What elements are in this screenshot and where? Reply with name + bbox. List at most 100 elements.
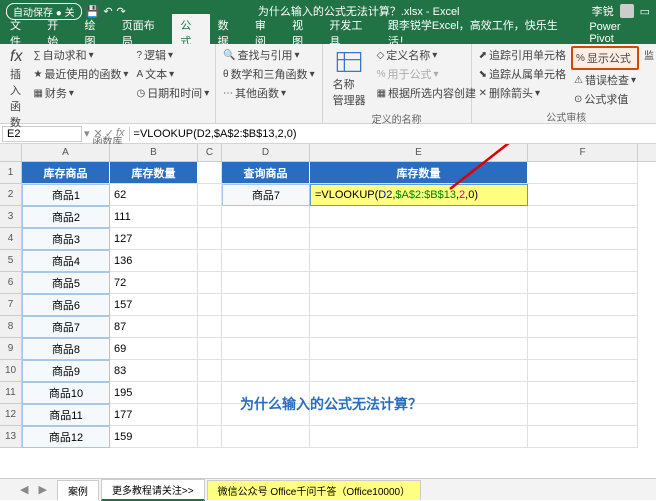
cell[interactable]: 商品12 [22,426,110,448]
cell[interactable]: 195 [110,382,198,404]
text-button[interactable]: A 文本 ▾ [133,65,212,83]
trace-precedents-button[interactable]: ⬈ 追踪引用单元格 [476,46,569,64]
cell[interactable] [310,426,528,448]
cell-e2-formula[interactable]: =VLOOKUP(D2,$A$2:$B$13,2,0) [310,184,528,206]
trace-dependents-button[interactable]: ⬊ 追踪从属单元格 [476,65,569,83]
logical-button[interactable]: ? 逻辑 ▾ [133,46,212,64]
lookup-button[interactable]: 🔍 查找与引用 ▾ [220,46,318,64]
sheet-tab[interactable]: 更多教程请关注>> [101,479,205,501]
select-all-corner[interactable] [0,144,22,161]
cell[interactable]: 库存商品 [22,162,110,184]
cell[interactable]: 62 [110,184,198,206]
show-formulas-button[interactable]: % 显示公式 [571,46,639,70]
remove-arrows-button[interactable]: ✕ 删除箭头 ▾ [476,84,569,102]
cell[interactable] [198,404,222,426]
cell[interactable]: 111 [110,206,198,228]
tab-nav-next[interactable]: ▶ [38,483,46,496]
cell[interactable] [222,360,310,382]
row-header[interactable]: 1 [0,162,22,184]
cell[interactable] [310,360,528,382]
cell[interactable]: 商品7 [22,316,110,338]
cell[interactable]: 83 [110,360,198,382]
cell[interactable]: 159 [110,426,198,448]
financial-button[interactable]: ▦ 财务 ▾ [30,84,131,102]
cell[interactable] [222,294,310,316]
cell[interactable]: 127 [110,228,198,250]
row-header[interactable]: 12 [0,404,22,426]
cell[interactable] [528,426,638,448]
cell[interactable] [222,426,310,448]
cell[interactable] [528,338,638,360]
cell[interactable] [198,162,222,184]
cell[interactable] [310,228,528,250]
cell[interactable] [528,184,638,206]
cell[interactable]: 商品11 [22,404,110,426]
row-header[interactable]: 7 [0,294,22,316]
cell[interactable] [198,228,222,250]
cell[interactable]: 库存数量 [110,162,198,184]
cell[interactable] [528,206,638,228]
cell[interactable]: 商品10 [22,382,110,404]
cell[interactable] [310,206,528,228]
row-header[interactable]: 10 [0,360,22,382]
cell[interactable] [222,272,310,294]
cell[interactable] [222,316,310,338]
cell[interactable]: 72 [110,272,198,294]
cell[interactable] [310,250,528,272]
sheet-tab[interactable]: 案例 [57,480,99,500]
col-header[interactable]: F [528,144,638,161]
row-header[interactable]: 2 [0,184,22,206]
sheet-tab[interactable]: 微信公众号 Office千问千答（Office10000） [207,480,421,500]
cell[interactable] [222,250,310,272]
cell[interactable] [198,294,222,316]
col-header[interactable]: D [222,144,310,161]
cell[interactable] [528,162,638,184]
row-header[interactable]: 8 [0,316,22,338]
insert-function-button[interactable]: fx 插入函数 [4,46,28,132]
cell[interactable]: 库存数量 [310,162,528,184]
cell[interactable] [528,272,638,294]
cell[interactable] [198,272,222,294]
cell[interactable] [528,404,638,426]
cell[interactable]: 查询商品 [222,162,310,184]
more-fn-button[interactable]: ⋯ 其他函数 ▾ [220,84,318,102]
recent-fn-button[interactable]: ★ 最近使用的函数 ▾ [30,65,131,83]
ribbon-options-icon[interactable]: ▭ [640,5,650,18]
cell[interactable]: 商品2 [22,206,110,228]
user-avatar[interactable] [620,4,634,18]
cell[interactable]: 商品6 [22,294,110,316]
cell[interactable]: 87 [110,316,198,338]
cell[interactable]: 商品7 [222,184,310,206]
col-header[interactable]: E [310,144,528,161]
date-button[interactable]: ◷ 日期和时间 ▾ [133,84,212,102]
watch-button[interactable]: 监 [641,46,656,63]
col-header[interactable]: B [110,144,198,161]
row-header[interactable]: 11 [0,382,22,404]
cell[interactable]: 商品4 [22,250,110,272]
cell[interactable]: 商品1 [22,184,110,206]
cell[interactable] [222,206,310,228]
autosum-button[interactable]: ∑ 自动求和 ▾ [30,46,131,64]
cell[interactable] [310,316,528,338]
name-manager-button[interactable]: 名称 管理器 [327,46,372,110]
cell[interactable]: 136 [110,250,198,272]
cell[interactable] [222,338,310,360]
cell[interactable]: 177 [110,404,198,426]
cell[interactable] [198,250,222,272]
cell[interactable] [198,360,222,382]
use-formula-button[interactable]: % 用于公式 ▾ [374,65,479,83]
cell[interactable] [528,360,638,382]
from-selection-button[interactable]: ▦ 根据所选内容创建 [374,84,479,102]
cell[interactable] [198,382,222,404]
row-header[interactable]: 9 [0,338,22,360]
tab-nav-prev[interactable]: ◀ [20,483,28,496]
cell[interactable] [310,338,528,360]
math-button[interactable]: θ 数学和三角函数 ▾ [220,65,318,83]
cell[interactable]: 157 [110,294,198,316]
cell[interactable] [528,228,638,250]
cell[interactable] [222,228,310,250]
cell[interactable]: 商品3 [22,228,110,250]
cell[interactable] [198,316,222,338]
user-name[interactable]: 李锐 [592,3,614,19]
cell[interactable] [310,294,528,316]
